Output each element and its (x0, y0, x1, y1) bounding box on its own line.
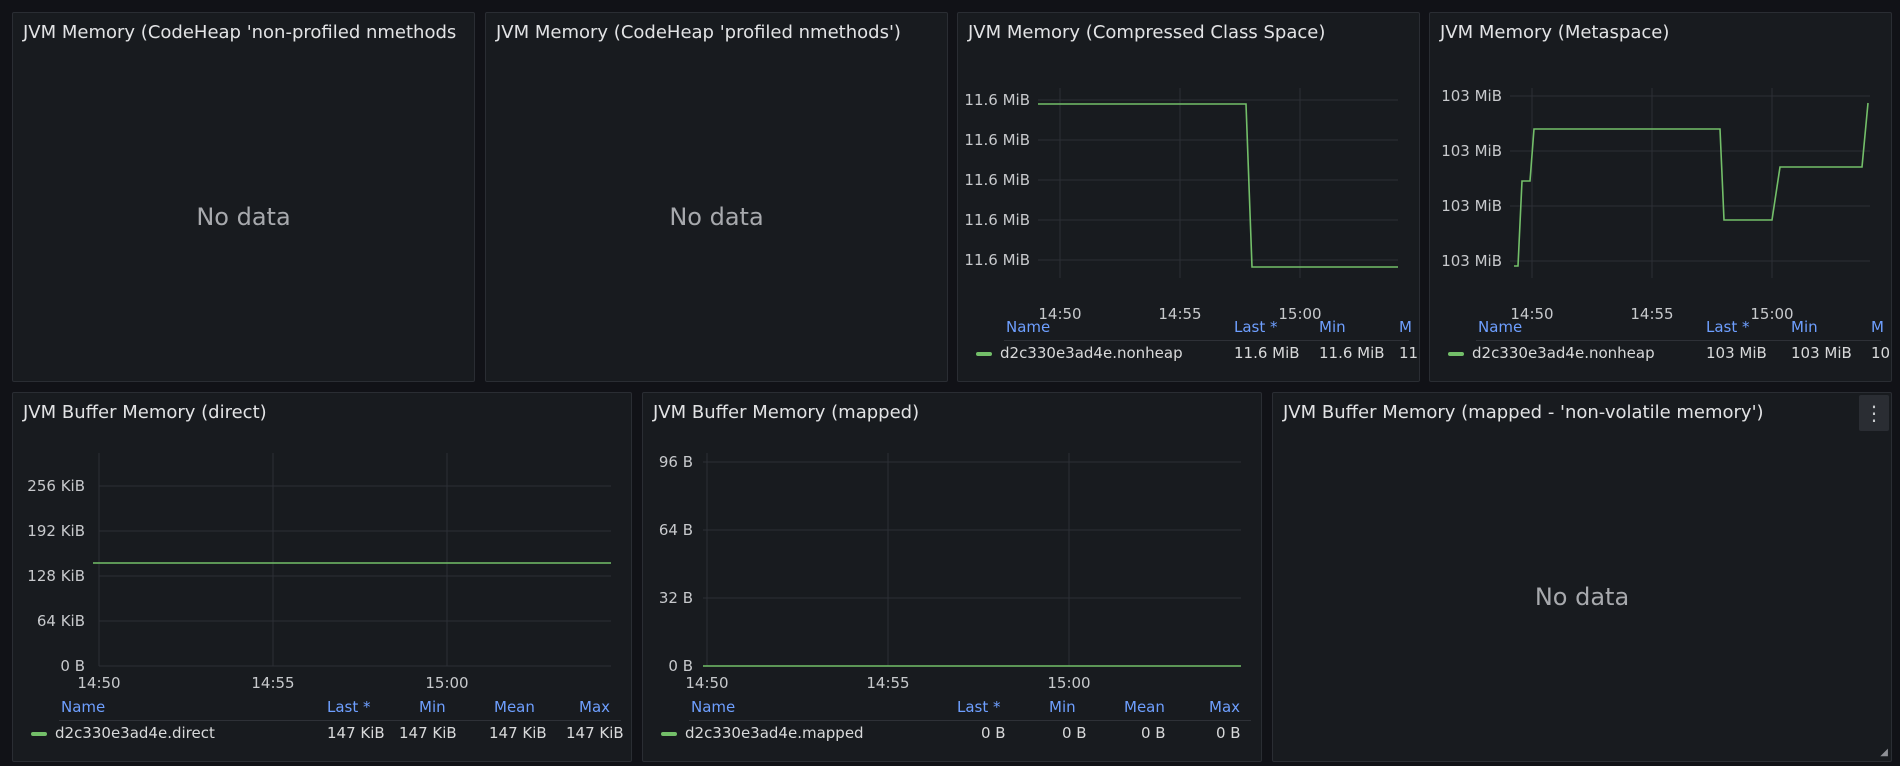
legend-max-value: 147 KiB (566, 724, 624, 742)
y-tick-label: 11.6 MiB (964, 251, 1030, 269)
legend-series-name[interactable]: d2c330e3ad4e.nonheap (1472, 344, 1655, 362)
chart-buffer-mapped[interactable]: 96 B 64 B 32 B 0 B 14:50 14:55 15:00 (643, 443, 1261, 703)
panel-metaspace[interactable]: JVM Memory (Metaspace) 103 MiB 103 MiB 1… (1429, 12, 1892, 382)
y-tick-label: 128 KiB (27, 567, 85, 585)
legend-min-value: 103 MiB (1791, 344, 1852, 362)
y-tick-label: 32 B (659, 589, 693, 607)
series-line-nonheap (1514, 102, 1869, 267)
legend-header: Name Last * Min Mean Max (59, 696, 621, 721)
series-color-swatch (31, 731, 47, 736)
legend-min-value: 11.6 MiB (1319, 344, 1385, 362)
y-tick-label: 11.6 MiB (964, 211, 1030, 229)
y-tick-label: 11.6 MiB (964, 131, 1030, 149)
legend-header: Name Last * Min M (1476, 316, 1884, 341)
x-tick-label: 14:50 (77, 674, 120, 692)
legend-mean-value: 147 KiB (489, 724, 547, 742)
no-data-message: No data (196, 203, 291, 231)
chart-buffer-direct[interactable]: 256 KiB 192 KiB 128 KiB 64 KiB 0 B 14:50… (13, 443, 631, 703)
y-tick-label: 64 B (659, 521, 693, 539)
legend-col-name[interactable]: Name (61, 698, 105, 716)
legend-col-mean[interactable]: M (1871, 318, 1884, 336)
series-line-nonheap (1038, 103, 1398, 268)
legend-col-last[interactable]: Last * (1706, 318, 1750, 336)
legend-col-min[interactable]: Min (1791, 318, 1818, 336)
chart-compressed-class-space[interactable]: 11.6 MiB 11.6 MiB 11.6 MiB 11.6 MiB 11.6… (958, 63, 1419, 323)
legend-last-value: 0 B (981, 724, 1006, 742)
panel-buffer-mapped-nonvolatile[interactable]: JVM Buffer Memory (mapped - 'non-volatil… (1272, 392, 1892, 762)
legend-col-last[interactable]: Last * (327, 698, 371, 716)
legend-last-value: 147 KiB (327, 724, 385, 742)
legend-row[interactable]: d2c330e3ad4e.direct 147 KiB 147 KiB 147 … (31, 722, 624, 746)
x-tick-label: 14:55 (866, 674, 909, 692)
legend-row[interactable]: d2c330e3ad4e.nonheap 103 MiB 103 MiB 103 (1448, 342, 1891, 366)
y-tick-label: 103 MiB (1441, 252, 1502, 270)
y-tick-label: 96 B (659, 453, 693, 471)
y-tick-label: 256 KiB (27, 477, 85, 495)
x-tick-label: 15:00 (1047, 674, 1090, 692)
y-tick-label: 192 KiB (27, 522, 85, 540)
resize-handle-icon[interactable]: ◢ (1880, 747, 1888, 758)
x-tick-label: 15:00 (425, 674, 468, 692)
panel-title[interactable]: JVM Memory (CodeHeap 'non-profiled nmeth… (23, 22, 456, 43)
panel-buffer-mapped[interactable]: JVM Buffer Memory (mapped) 96 B 64 B 32 … (642, 392, 1262, 762)
panel-title[interactable]: JVM Buffer Memory (mapped) (653, 402, 919, 423)
y-tick-label: 11.6 MiB (964, 171, 1030, 189)
panel-codeheap-profiled[interactable]: JVM Memory (CodeHeap 'profiled nmethods'… (485, 12, 948, 382)
y-tick-label: 103 MiB (1441, 197, 1502, 215)
legend-mean-value: 103 (1871, 344, 1891, 362)
panel-title[interactable]: JVM Memory (CodeHeap 'profiled nmethods'… (496, 22, 901, 43)
y-tick-label: 103 MiB (1441, 87, 1502, 105)
legend-min-value: 0 B (1062, 724, 1087, 742)
y-tick-label: 64 KiB (37, 612, 85, 630)
no-data-message: No data (1534, 583, 1630, 611)
legend-col-min[interactable]: Min (1319, 318, 1346, 336)
legend-col-last[interactable]: Last * (957, 698, 1001, 716)
panel-title[interactable]: JVM Buffer Memory (mapped - 'non-volatil… (1283, 402, 1764, 423)
legend-last-value: 11.6 MiB (1234, 344, 1300, 362)
legend-min-value: 147 KiB (399, 724, 457, 742)
chart-metaspace[interactable]: 103 MiB 103 MiB 103 MiB 103 MiB 14:50 14… (1430, 63, 1891, 323)
legend-col-name[interactable]: Name (691, 698, 735, 716)
legend-header: Name Last * Min M (1004, 316, 1412, 341)
legend-col-last[interactable]: Last * (1234, 318, 1278, 336)
legend-col-mean[interactable]: Mean (1124, 698, 1165, 716)
panel-menu-button[interactable]: ⋮ (1859, 395, 1889, 431)
x-tick-label: 14:50 (685, 674, 728, 692)
panel-compressed-class-space[interactable]: JVM Memory (Compressed Class Space) 11.6… (957, 12, 1420, 382)
legend-col-name[interactable]: Name (1006, 318, 1050, 336)
y-tick-label: 0 B (60, 657, 85, 675)
legend-row[interactable]: d2c330e3ad4e.nonheap 11.6 MiB 11.6 MiB 1… (976, 342, 1419, 366)
legend-series-name[interactable]: d2c330e3ad4e.direct (55, 724, 215, 742)
panel-title[interactable]: JVM Buffer Memory (direct) (23, 402, 267, 423)
legend-series-name[interactable]: d2c330e3ad4e.nonheap (1000, 344, 1183, 362)
legend-col-max[interactable]: Max (1209, 698, 1240, 716)
legend-row[interactable]: d2c330e3ad4e.mapped 0 B 0 B 0 B 0 B (661, 722, 1251, 746)
panel-buffer-direct[interactable]: JVM Buffer Memory (direct) 256 KiB 192 K… (12, 392, 632, 762)
y-tick-label: 103 MiB (1441, 142, 1502, 160)
legend-series-name[interactable]: d2c330e3ad4e.mapped (685, 724, 864, 742)
y-tick-label: 11.6 MiB (964, 91, 1030, 109)
legend-last-value: 103 MiB (1706, 344, 1767, 362)
panel-title[interactable]: JVM Memory (Compressed Class Space) (968, 22, 1325, 43)
legend-col-max[interactable]: Max (579, 698, 610, 716)
series-color-swatch (1448, 351, 1464, 356)
legend-mean-value: 0 B (1141, 724, 1166, 742)
legend-col-min[interactable]: Min (419, 698, 446, 716)
legend-col-name[interactable]: Name (1478, 318, 1522, 336)
legend-col-mean[interactable]: M (1399, 318, 1412, 336)
legend-col-mean[interactable]: Mean (494, 698, 535, 716)
legend-max-value: 0 B (1216, 724, 1241, 742)
no-data-message: No data (669, 203, 764, 231)
series-color-swatch (661, 731, 677, 736)
legend-col-min[interactable]: Min (1049, 698, 1076, 716)
y-tick-label: 0 B (668, 657, 693, 675)
vertical-ellipsis-icon: ⋮ (1864, 401, 1884, 425)
series-color-swatch (976, 351, 992, 356)
legend-mean-value: 11.6 (1399, 344, 1419, 362)
x-tick-label: 14:55 (251, 674, 294, 692)
legend-header: Name Last * Min Mean Max (689, 696, 1251, 721)
panel-codeheap-nonprofiled[interactable]: JVM Memory (CodeHeap 'non-profiled nmeth… (12, 12, 475, 382)
panel-title[interactable]: JVM Memory (Metaspace) (1440, 22, 1669, 43)
